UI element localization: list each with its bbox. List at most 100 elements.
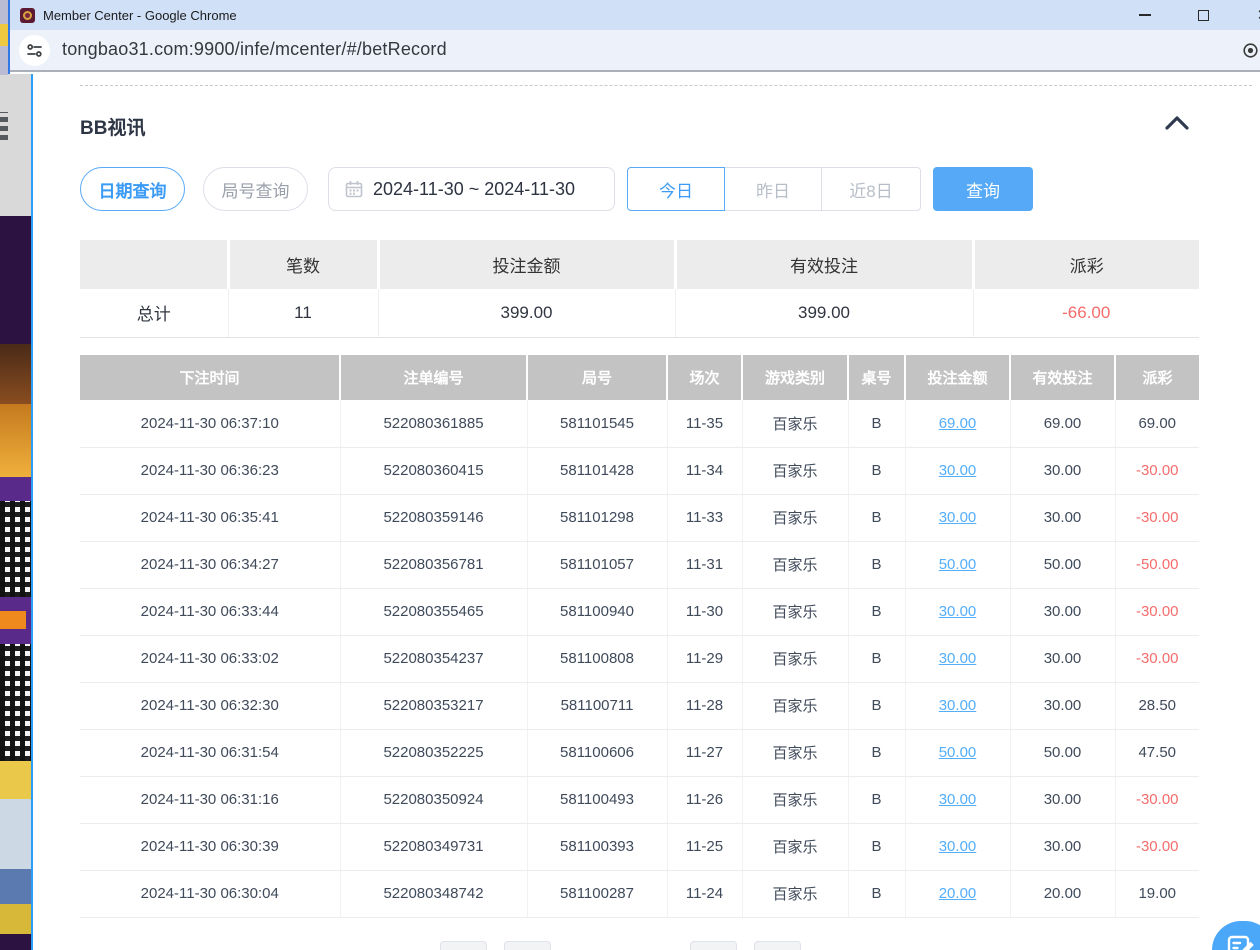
valid-bet-cell: 30.00 bbox=[1010, 682, 1115, 729]
payout-cell: 47.50 bbox=[1115, 729, 1199, 776]
bet-amount-link[interactable]: 30.00 bbox=[939, 650, 977, 667]
round-id-cell: 581100606 bbox=[527, 729, 667, 776]
bet-table-header-row: 下注时间注单编号局号场次游戏类别桌号投注金额有效投注派彩 bbox=[80, 355, 1199, 400]
bet-id-cell: 522080349731 bbox=[340, 823, 527, 870]
session-cell: 11-31 bbox=[667, 541, 742, 588]
round-id-cell: 581100711 bbox=[527, 682, 667, 729]
bet-time-cell: 2024-11-30 06:32:30 bbox=[80, 682, 340, 729]
today-button[interactable]: 今日 bbox=[627, 167, 725, 211]
pagination-button[interactable] bbox=[504, 941, 551, 950]
section-title: BB视讯 bbox=[80, 113, 145, 140]
round-id-cell: 581100940 bbox=[527, 588, 667, 635]
bet-time-cell: 2024-11-30 06:30:39 bbox=[80, 823, 340, 870]
window-titlebar: Member Center - Google Chrome ✕ bbox=[10, 0, 1260, 30]
round-id-cell: 581101428 bbox=[527, 447, 667, 494]
payout-cell: -30.00 bbox=[1115, 776, 1199, 823]
column-header: 投注金额 bbox=[905, 355, 1010, 400]
collapse-chevron-icon[interactable] bbox=[1164, 115, 1194, 137]
table-code-cell: B bbox=[848, 541, 905, 588]
bet-time-cell: 2024-11-30 06:31:54 bbox=[80, 729, 340, 776]
bet-amount-cell: 50.00 bbox=[905, 541, 1010, 588]
bet-time-cell: 2024-11-30 06:35:41 bbox=[80, 494, 340, 541]
qr-code-fragment bbox=[0, 644, 31, 761]
bet-amount-link[interactable]: 30.00 bbox=[939, 791, 977, 808]
column-header: 有效投注 bbox=[1010, 355, 1115, 400]
bet-amount-link[interactable]: 20.00 bbox=[939, 885, 977, 902]
summary-count-value: 11 bbox=[228, 289, 378, 337]
bet-amount-link[interactable]: 30.00 bbox=[939, 509, 977, 526]
table-row: 2024-11-30 06:33:02522080354237581100808… bbox=[80, 635, 1199, 682]
column-header: 局号 bbox=[527, 355, 667, 400]
round-id-cell: 581100287 bbox=[527, 870, 667, 917]
background-text-fragment bbox=[0, 112, 8, 140]
payout-cell: 19.00 bbox=[1115, 870, 1199, 917]
bet-amount-cell: 69.00 bbox=[905, 400, 1010, 447]
search-button[interactable]: 查询 bbox=[933, 167, 1033, 211]
bet-amount-cell: 30.00 bbox=[905, 447, 1010, 494]
window-title: Member Center - Google Chrome bbox=[43, 8, 237, 23]
round-id-cell: 581100493 bbox=[527, 776, 667, 823]
site-settings-icon[interactable] bbox=[19, 35, 50, 66]
pagination-button[interactable] bbox=[754, 941, 801, 950]
date-range-input[interactable]: 2024-11-30 ~ 2024-11-30 bbox=[328, 167, 615, 211]
url-text[interactable]: tongbao31.com:9900/infe/mcenter/#/betRec… bbox=[62, 39, 447, 60]
date-range-value: 2024-11-30 ~ 2024-11-30 bbox=[373, 179, 575, 200]
filter-toolbar: 日期查询 局号查询 2024-11-30 ~ 2024-11-30 今日 昨日 … bbox=[80, 167, 1033, 211]
column-header: 注单编号 bbox=[340, 355, 527, 400]
valid-bet-cell: 30.00 bbox=[1010, 635, 1115, 682]
column-header: 桌号 bbox=[848, 355, 905, 400]
bet-amount-link[interactable]: 30.00 bbox=[939, 838, 977, 855]
session-cell: 11-29 bbox=[667, 635, 742, 682]
valid-bet-cell: 20.00 bbox=[1010, 870, 1115, 917]
bet-amount-link[interactable]: 30.00 bbox=[939, 697, 977, 714]
bet-time-cell: 2024-11-30 06:30:04 bbox=[80, 870, 340, 917]
bet-id-cell: 522080361885 bbox=[340, 400, 527, 447]
valid-bet-cell: 69.00 bbox=[1010, 400, 1115, 447]
bet-amount-link[interactable]: 69.00 bbox=[939, 415, 977, 432]
table-row: 2024-11-30 06:36:23522080360415581101428… bbox=[80, 447, 1199, 494]
address-bar[interactable]: tongbao31.com:9900/infe/mcenter/#/betRec… bbox=[10, 30, 1260, 72]
bet-time-cell: 2024-11-30 06:31:16 bbox=[80, 776, 340, 823]
column-header: 派彩 bbox=[1115, 355, 1199, 400]
table-code-cell: B bbox=[848, 400, 905, 447]
summary-header-payout: 派彩 bbox=[973, 240, 1199, 289]
valid-bet-cell: 30.00 bbox=[1010, 494, 1115, 541]
bet-time-cell: 2024-11-30 06:37:10 bbox=[80, 400, 340, 447]
bet-amount-cell: 50.00 bbox=[905, 729, 1010, 776]
table-row: 2024-11-30 06:30:04522080348742581100287… bbox=[80, 870, 1199, 917]
bet-amount-link[interactable]: 30.00 bbox=[939, 462, 977, 479]
date-query-tab[interactable]: 日期查询 bbox=[80, 167, 185, 211]
screen-capture-icon[interactable] bbox=[1242, 42, 1259, 64]
close-button[interactable]: ✕ bbox=[1248, 0, 1260, 30]
payout-cell: 69.00 bbox=[1115, 400, 1199, 447]
round-id-cell: 581100393 bbox=[527, 823, 667, 870]
game-type-cell: 百家乐 bbox=[742, 447, 848, 494]
round-query-tab[interactable]: 局号查询 bbox=[203, 167, 308, 211]
bet-amount-cell: 30.00 bbox=[905, 682, 1010, 729]
maximize-button[interactable] bbox=[1188, 0, 1218, 30]
minimize-button[interactable] bbox=[1130, 0, 1160, 30]
bet-time-cell: 2024-11-30 06:36:23 bbox=[80, 447, 340, 494]
bet-table-body: 2024-11-30 06:37:10522080361885581101545… bbox=[80, 400, 1199, 917]
bet-amount-link[interactable]: 50.00 bbox=[939, 744, 977, 761]
column-header: 游戏类别 bbox=[742, 355, 848, 400]
quick-range-group: 今日 昨日 近8日 bbox=[627, 167, 921, 211]
bet-id-cell: 522080353217 bbox=[340, 682, 527, 729]
game-type-cell: 百家乐 bbox=[742, 870, 848, 917]
summary-header-count: 笔数 bbox=[228, 240, 378, 289]
session-cell: 11-30 bbox=[667, 588, 742, 635]
bet-amount-link[interactable]: 30.00 bbox=[939, 603, 977, 620]
game-type-cell: 百家乐 bbox=[742, 682, 848, 729]
payout-cell: -30.00 bbox=[1115, 635, 1199, 682]
pagination-button[interactable] bbox=[440, 941, 487, 950]
valid-bet-cell: 50.00 bbox=[1010, 541, 1115, 588]
bet-amount-link[interactable]: 50.00 bbox=[939, 556, 977, 573]
pagination-button[interactable] bbox=[690, 941, 737, 950]
session-cell: 11-27 bbox=[667, 729, 742, 776]
valid-bet-cell: 30.00 bbox=[1010, 588, 1115, 635]
bet-id-cell: 522080352225 bbox=[340, 729, 527, 776]
yesterday-button[interactable]: 昨日 bbox=[724, 167, 822, 211]
last-8-days-button[interactable]: 近8日 bbox=[821, 167, 921, 211]
table-code-cell: B bbox=[848, 588, 905, 635]
table-row: 2024-11-30 06:31:54522080352225581100606… bbox=[80, 729, 1199, 776]
